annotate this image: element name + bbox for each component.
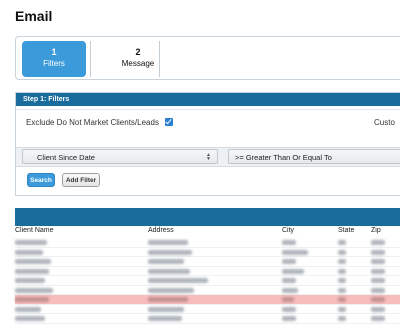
redacted-cell — [371, 249, 385, 255]
divider — [16, 109, 400, 110]
chevron-updown-icon: ▲ ▼ — [206, 152, 211, 162]
redacted-cell — [338, 268, 346, 274]
filters-panel-header: Step 1: Filters — [16, 93, 400, 106]
wizard-step-label: Message — [121, 59, 155, 68]
redacted-cell — [338, 259, 346, 264]
redacted-cell — [15, 287, 53, 293]
redacted-cell — [338, 240, 346, 245]
table-row[interactable] — [15, 305, 400, 314]
wizard-step-number: 1 — [51, 47, 57, 57]
column-header-address[interactable]: Address — [148, 227, 174, 234]
redacted-cell — [282, 287, 298, 293]
results-table-header-band — [15, 208, 400, 226]
redacted-cell — [371, 287, 385, 293]
filter-field-select[interactable]: Client Since Date ▲ ▼ — [22, 149, 218, 164]
redacted-cell — [148, 240, 188, 245]
redacted-cell — [148, 249, 192, 255]
column-header-client-name[interactable]: Client Name — [15, 227, 54, 234]
redacted-cell — [148, 316, 182, 321]
table-row[interactable] — [15, 267, 400, 276]
wizard-step-filters[interactable]: 1 Filters — [22, 41, 86, 77]
wizard-steps: 1 Filters 2 Message — [15, 36, 400, 80]
results-table-head: Client Name Address City State Zip — [15, 226, 400, 237]
redacted-cell — [282, 316, 296, 321]
redacted-cell — [282, 240, 296, 245]
wizard-divider — [90, 41, 91, 77]
table-row[interactable] — [15, 276, 400, 286]
redacted-cell — [338, 297, 346, 302]
redacted-cell — [371, 240, 385, 245]
redacted-cell — [282, 278, 296, 283]
exclude-dnm-checkbox[interactable] — [165, 118, 173, 126]
column-header-city[interactable]: City — [282, 227, 294, 234]
column-header-state[interactable]: State — [338, 227, 354, 234]
redacted-cell — [338, 278, 346, 283]
table-row-highlighted[interactable] — [15, 295, 400, 305]
redacted-cell — [371, 316, 385, 321]
redacted-cell — [15, 240, 47, 245]
redacted-cell — [371, 278, 385, 283]
redacted-cell — [282, 268, 304, 274]
redacted-cell — [15, 297, 49, 302]
redacted-cell — [148, 297, 188, 302]
redacted-cell — [15, 316, 45, 321]
exclude-dnm-label: Exclude Do Not Market Clients/Leads — [26, 118, 159, 127]
exclude-dnm-row: Exclude Do Not Market Clients/Leads Cust… — [16, 115, 400, 137]
redacted-cell — [148, 287, 194, 293]
redacted-cell — [371, 297, 385, 302]
filter-operator-select[interactable]: >= Greater Than Or Equal To — [228, 149, 400, 164]
column-header-zip[interactable]: Zip — [371, 227, 381, 234]
redacted-cell — [371, 268, 385, 274]
table-row[interactable] — [15, 257, 400, 267]
redacted-cell — [338, 316, 346, 321]
redacted-cell — [282, 249, 308, 255]
redacted-cell — [282, 306, 296, 312]
search-button[interactable]: Search — [27, 173, 55, 187]
wizard-divider — [159, 41, 160, 77]
page-title: Email — [15, 8, 53, 24]
table-row[interactable] — [15, 286, 400, 295]
wizard-step-message[interactable]: 2 Message — [106, 41, 170, 77]
redacted-cell — [338, 306, 346, 312]
redacted-cell — [282, 297, 294, 302]
redacted-cell — [148, 268, 190, 274]
redacted-cell — [338, 249, 346, 255]
redacted-cell — [371, 306, 385, 312]
filter-operator-value: >= Greater Than Or Equal To — [235, 153, 332, 162]
add-filter-button[interactable]: Add Filter — [62, 173, 100, 187]
redacted-cell — [15, 278, 45, 283]
redacted-cell — [148, 306, 184, 312]
redacted-cell — [15, 259, 51, 264]
redacted-cell — [282, 259, 296, 264]
redacted-cell — [338, 287, 346, 293]
wizard-step-label: Filters — [43, 59, 65, 68]
redacted-cell — [15, 306, 41, 312]
table-row[interactable] — [15, 238, 400, 248]
redacted-cell — [15, 268, 49, 274]
redacted-cell — [148, 259, 184, 264]
redacted-cell — [148, 278, 208, 283]
redacted-cell — [15, 249, 43, 255]
custom-filter-label: Custo — [374, 118, 395, 127]
table-row[interactable] — [15, 248, 400, 257]
filter-field-value: Client Since Date — [37, 153, 95, 162]
filters-panel: Step 1: Filters Exclude Do Not Market Cl… — [15, 92, 400, 196]
wizard-step-number: 2 — [135, 47, 141, 57]
redacted-cell — [371, 259, 385, 264]
results-table-body — [15, 238, 400, 324]
table-row[interactable] — [15, 314, 400, 324]
